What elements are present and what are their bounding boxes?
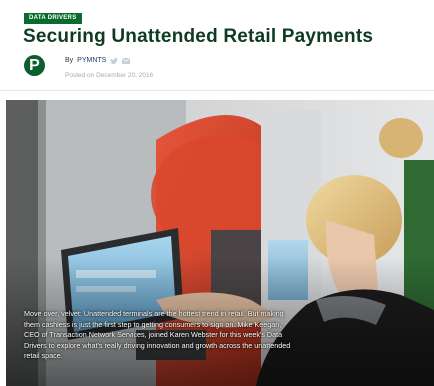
byline-prefix: By — [65, 57, 74, 64]
byline: By PYMNTS — [65, 57, 131, 64]
hero-caption: Move over, velvet: Unattended terminals … — [24, 309, 291, 361]
article-title: Securing Unattended Retail Payments — [23, 26, 374, 47]
author-link[interactable]: PYMNTS — [77, 57, 106, 64]
divider — [0, 90, 434, 91]
author-avatar[interactable]: P — [24, 55, 45, 76]
twitter-icon[interactable] — [110, 57, 119, 64]
email-icon[interactable] — [122, 57, 131, 64]
posted-date: Posted on December 20, 2016 — [65, 72, 154, 79]
category-badge[interactable]: DATA DRIVERS — [24, 13, 82, 24]
